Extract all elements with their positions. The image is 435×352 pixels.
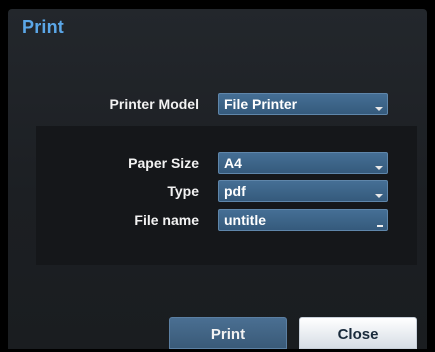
paper-size-select[interactable]: A4	[218, 152, 388, 174]
file-name-input[interactable]: untitle	[218, 209, 388, 231]
dialog-title: Print	[22, 17, 65, 37]
chevron-down-icon	[375, 107, 383, 111]
paper-size-value: A4	[224, 155, 242, 171]
text-cursor-icon	[377, 225, 383, 227]
type-select[interactable]: pdf	[218, 180, 388, 202]
paper-size-label: Paper Size	[128, 155, 199, 171]
type-value: pdf	[224, 183, 246, 199]
print-button[interactable]: Print	[169, 317, 287, 349]
print-dialog: Print Printer Model File Printer Paper S…	[8, 9, 427, 349]
printer-model-label: Printer Model	[109, 96, 199, 112]
type-label: Type	[167, 183, 199, 199]
printer-model-select[interactable]: File Printer	[218, 93, 388, 115]
file-name-label: File name	[134, 212, 199, 228]
chevron-down-icon	[375, 166, 383, 170]
printer-model-value: File Printer	[224, 96, 298, 112]
file-name-value: untitle	[224, 212, 266, 228]
close-button[interactable]: Close	[299, 317, 417, 349]
chevron-down-icon	[375, 194, 383, 198]
